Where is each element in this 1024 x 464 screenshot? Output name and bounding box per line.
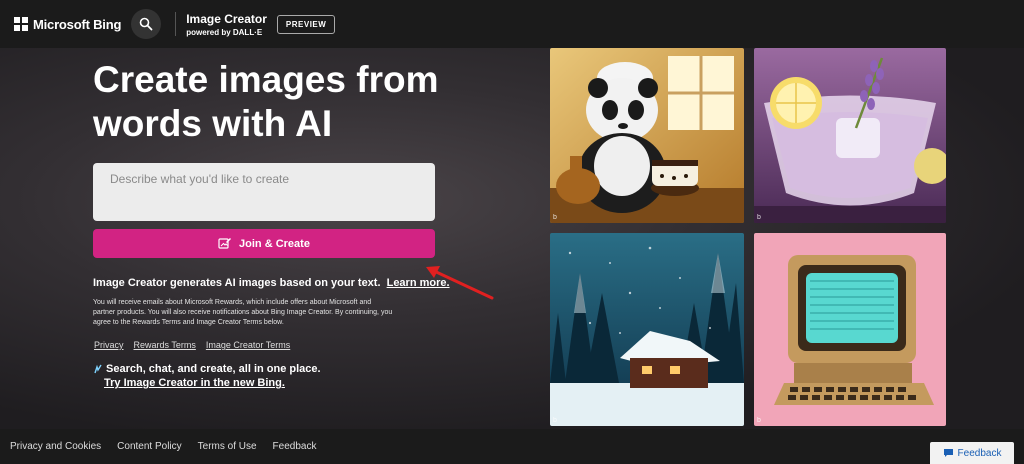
try-new-bing-link[interactable]: Try Image Creator in the new Bing. bbox=[104, 376, 321, 390]
gallery-tile-cocktail[interactable]: b bbox=[754, 48, 946, 223]
image-creator-terms-link[interactable]: Image Creator Terms bbox=[206, 340, 290, 350]
search-button[interactable] bbox=[131, 9, 162, 39]
page-footer: Privacy and Cookies Content Policy Terms… bbox=[0, 429, 1024, 464]
gallery-tile-panda[interactable]: b bbox=[550, 48, 744, 223]
page-headline: Create images from words with AI bbox=[93, 59, 439, 144]
app-subtitle: powered by DALL·E bbox=[186, 27, 263, 37]
footer-feedback-link[interactable]: Feedback bbox=[273, 441, 317, 452]
prompt-input[interactable] bbox=[93, 163, 435, 221]
footer-links: Privacy and Cookies Content Policy Terms… bbox=[10, 441, 332, 452]
feedback-chat-icon bbox=[943, 449, 953, 457]
image-creator-title[interactable]: Image Creator powered by DALL·E bbox=[186, 12, 267, 37]
info-text: Image Creator generates AI images based … bbox=[93, 277, 450, 289]
tile-mark: b bbox=[553, 417, 557, 424]
retro-computer-image bbox=[754, 233, 946, 426]
bing-chat-sparkle-icon bbox=[94, 364, 102, 374]
microsoft-logo-icon bbox=[14, 17, 28, 31]
feedback-button[interactable]: Feedback bbox=[930, 442, 1014, 464]
info-text-body: Image Creator generates AI images based … bbox=[93, 277, 381, 289]
terms-links: Privacy Rewards Terms Image Creator Term… bbox=[94, 340, 300, 350]
annotation-arrow-icon bbox=[426, 266, 494, 300]
footer-terms-link[interactable]: Terms of Use bbox=[198, 441, 257, 452]
new-bing-promo: Search, chat, and create, all in one pla… bbox=[93, 362, 321, 390]
top-bar: Microsoft Bing Image Creator powered by … bbox=[0, 0, 1024, 48]
tile-mark: b bbox=[553, 214, 557, 221]
join-and-create-button[interactable]: Join & Create bbox=[93, 229, 435, 258]
tile-mark: b bbox=[757, 214, 761, 221]
gallery-tile-computer[interactable]: b bbox=[754, 233, 946, 426]
header-divider bbox=[175, 12, 177, 36]
snowy-cabin-image bbox=[550, 233, 744, 426]
footer-content-policy-link[interactable]: Content Policy bbox=[117, 441, 181, 452]
rewards-disclaimer: You will receive emails about Microsoft … bbox=[93, 299, 393, 326]
brand-name: Microsoft Bing bbox=[33, 16, 122, 32]
privacy-link[interactable]: Privacy bbox=[94, 340, 124, 350]
lavender-cocktail-image bbox=[754, 48, 946, 223]
promo-text: Search, chat, and create, all in one pla… bbox=[106, 363, 321, 375]
join-and-create-label: Join & Create bbox=[239, 237, 310, 250]
gallery-tile-cabin[interactable]: b bbox=[550, 233, 744, 426]
bing-home-link[interactable]: Microsoft Bing bbox=[14, 17, 121, 32]
preview-badge: PREVIEW bbox=[276, 14, 336, 34]
edit-image-icon bbox=[218, 238, 232, 249]
search-icon bbox=[139, 17, 153, 31]
panda-chef-image bbox=[550, 48, 744, 223]
footer-privacy-cookies-link[interactable]: Privacy and Cookies bbox=[10, 441, 101, 452]
feedback-button-label: Feedback bbox=[957, 447, 1002, 459]
app-title: Image Creator bbox=[186, 11, 267, 26]
rewards-terms-link[interactable]: Rewards Terms bbox=[134, 340, 196, 350]
tile-mark: b bbox=[757, 417, 761, 424]
